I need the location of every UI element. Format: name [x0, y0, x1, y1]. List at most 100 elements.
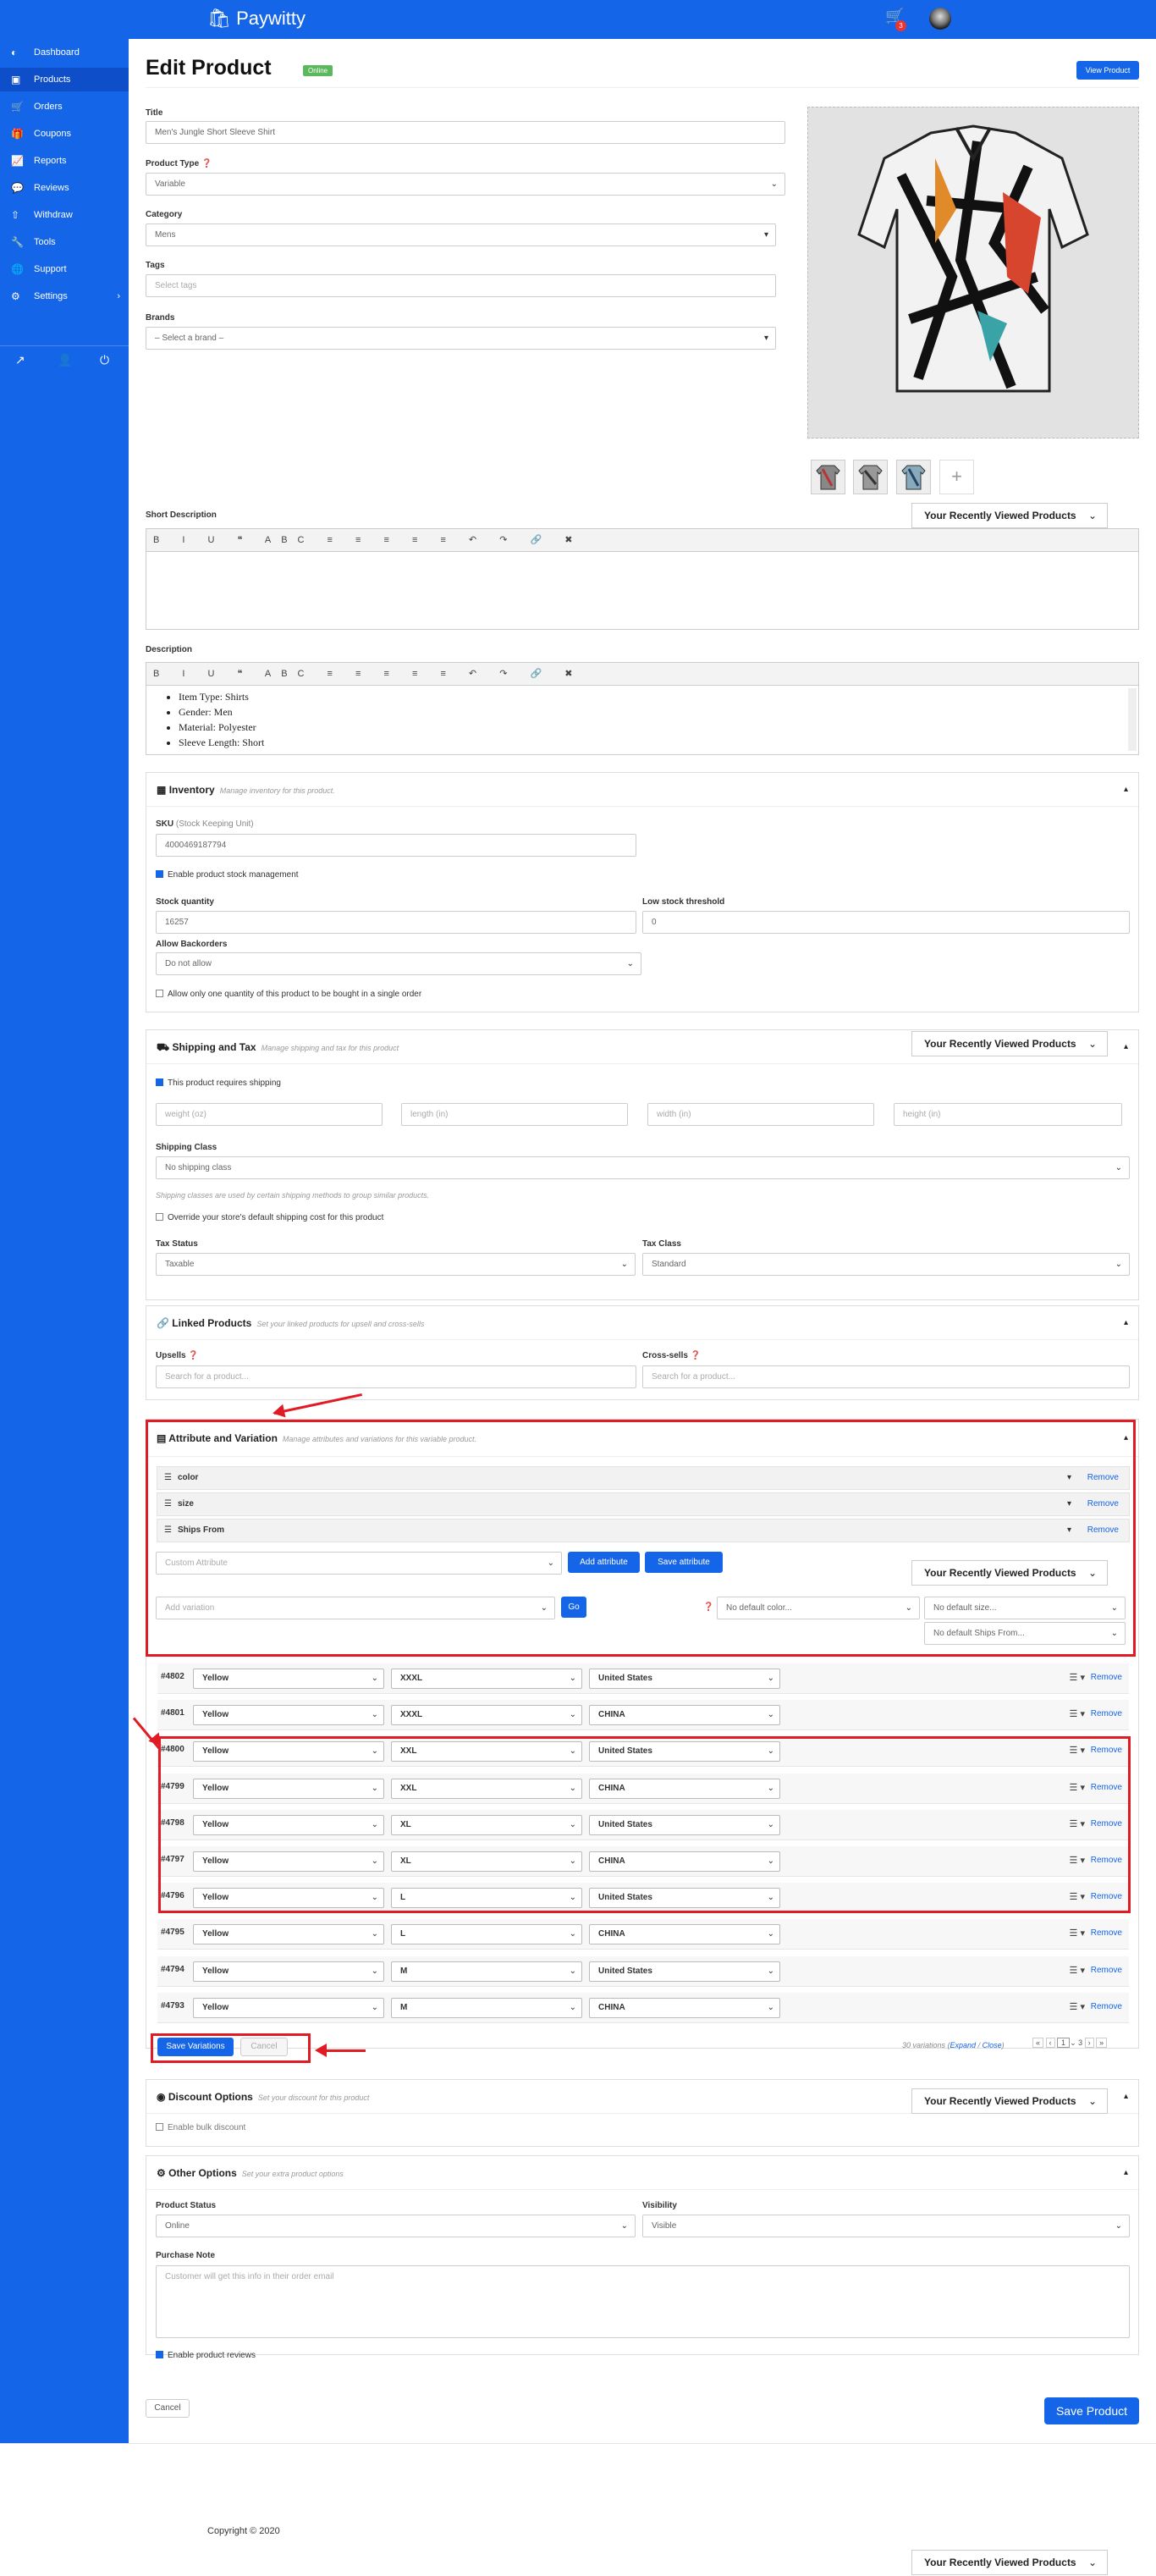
recently-viewed-toggle[interactable]: Your Recently Viewed Products ⌄ [911, 1031, 1108, 1056]
brands-select[interactable]: – Select a brand – ▾ [146, 327, 776, 350]
variation-size-select[interactable]: L ⌄ [391, 1924, 582, 1945]
cross-sells-input[interactable]: Search for a product... [642, 1365, 1130, 1388]
variation-color-select[interactable]: Yellow ⌄ [193, 1814, 384, 1835]
page-number-input[interactable]: 1 [1057, 2038, 1071, 2048]
remove-link[interactable]: Remove [1091, 2002, 1122, 2011]
tax-status-select[interactable]: Taxable ⌄ [156, 1253, 636, 1276]
recently-viewed-toggle[interactable]: Your Recently Viewed Products ⌄ [911, 503, 1108, 528]
variation-row[interactable]: #4802 Yellow ⌄ XXXL ⌄ United States ⌄ ☰ ▾ Remove [157, 1663, 1129, 1694]
title-input[interactable]: Men's Jungle Short Sleeve Shirt [146, 121, 785, 144]
tax-class-select[interactable]: Standard ⌄ [642, 1253, 1130, 1276]
variation-color-select[interactable]: Yellow ⌄ [193, 1924, 384, 1945]
variation-size-select[interactable]: M ⌄ [391, 1961, 582, 1982]
enable-reviews-checkbox[interactable]: Enable product reviews [156, 2351, 256, 2360]
recently-viewed-toggle[interactable]: Your Recently Viewed Products ⌄ [911, 2550, 1108, 2575]
chevron-down-icon[interactable]: ▾ [1067, 1493, 1071, 1515]
menu-icon[interactable]: ☰ ▾ [1070, 1745, 1085, 1756]
remove-link[interactable]: Remove [1087, 1520, 1119, 1542]
length-input[interactable]: length (in) [401, 1103, 628, 1126]
attribute-row-ships-from[interactable]: ☰ Ships From ▾ Remove [157, 1519, 1130, 1542]
chevron-down-icon[interactable]: ▾ [1067, 1520, 1071, 1542]
remove-link[interactable]: Remove [1091, 1966, 1122, 1975]
category-select[interactable]: Mens ▾ [146, 223, 776, 246]
variation-size-select[interactable]: XXL ⌄ [391, 1778, 582, 1799]
attribute-variation-header[interactable]: ▤ Attribute and Variation Manage attribut… [146, 1420, 1138, 1457]
cancel-variations-button[interactable]: Cancel [240, 2038, 288, 2056]
add-attribute-button[interactable]: Add attribute [568, 1552, 640, 1573]
variation-size-select[interactable]: XXXL ⌄ [391, 1705, 582, 1726]
sold-individually-checkbox[interactable]: Allow only one quantity of this product … [156, 990, 421, 999]
override-shipping-checkbox[interactable]: Override your store's default shipping c… [156, 1213, 383, 1222]
external-link-icon[interactable]: ↗ [15, 353, 25, 367]
visibility-select[interactable]: Visible ⌄ [642, 2215, 1130, 2237]
menu-icon[interactable]: ☰ ▾ [1070, 1928, 1085, 1939]
remove-link[interactable]: Remove [1091, 1819, 1122, 1829]
default-ships-from-select[interactable]: No default Ships From... ⌄ [924, 1622, 1126, 1645]
inventory-header[interactable]: ▦ Inventory Manage inventory for this pro… [146, 773, 1138, 807]
power-icon[interactable]: ⏻ [100, 353, 109, 367]
remove-link[interactable]: Remove [1087, 1493, 1119, 1515]
remove-link[interactable]: Remove [1091, 1673, 1122, 1682]
recently-viewed-toggle[interactable]: Your Recently Viewed Products ⌄ [911, 2088, 1108, 2114]
custom-attribute-select[interactable]: Custom Attribute ⌄ [156, 1552, 562, 1575]
sidebar-item-coupons[interactable]: 🎁 Coupons [0, 122, 129, 146]
menu-icon[interactable]: ☰ ▾ [1070, 1818, 1085, 1829]
menu-icon[interactable]: ☰ ▾ [1070, 1782, 1085, 1793]
variation-ships-from-select[interactable]: United States ⌄ [589, 1669, 780, 1689]
scrollbar[interactable] [1128, 688, 1137, 751]
height-input[interactable]: height (in) [894, 1103, 1122, 1126]
variation-color-select[interactable]: Yellow ⌄ [193, 1705, 384, 1726]
backorders-select[interactable]: Do not allow ⌄ [156, 952, 641, 975]
menu-icon[interactable]: ☰ ▾ [1070, 1855, 1085, 1866]
variation-row[interactable]: #4793 Yellow ⌄ M ⌄ CHINA ⌄ ☰ ▾ Remove [157, 1992, 1129, 2023]
add-image-button[interactable]: + [939, 460, 974, 494]
attribute-row-size[interactable]: ☰ size ▾ Remove [157, 1492, 1130, 1516]
sidebar-item-reports[interactable]: 📈 Reports [0, 149, 129, 173]
go-button[interactable]: Go [561, 1597, 586, 1618]
variation-size-select[interactable]: XL ⌄ [391, 1851, 582, 1872]
variation-color-select[interactable]: Yellow ⌄ [193, 1997, 384, 2018]
variation-size-select[interactable]: XL ⌄ [391, 1814, 582, 1835]
weight-input[interactable]: weight (oz) [156, 1103, 383, 1126]
upsells-input[interactable]: Search for a product... [156, 1365, 636, 1388]
variation-ships-from-select[interactable]: United States ⌄ [589, 1741, 780, 1762]
next-page-button[interactable]: › [1084, 2038, 1094, 2048]
product-thumbnail[interactable] [811, 460, 845, 494]
sidebar-item-reviews[interactable]: 💬 Reviews [0, 176, 129, 200]
sidebar-item-orders[interactable]: 🛒 Orders [0, 95, 129, 119]
other-options-header[interactable]: ⚙ Other Options Set your extra product op… [146, 2156, 1138, 2190]
first-page-button[interactable]: « [1032, 2038, 1044, 2048]
variation-size-select[interactable]: XXXL ⌄ [391, 1669, 582, 1689]
low-stock-input[interactable]: 0 [642, 911, 1130, 934]
avatar[interactable] [929, 8, 951, 30]
sidebar-item-withdraw[interactable]: ⇧ Withdraw [0, 203, 129, 227]
prev-page-button[interactable]: ‹ [1045, 2038, 1055, 2048]
attribute-row-color[interactable]: ☰ color ▾ Remove [157, 1466, 1130, 1490]
product-image[interactable] [807, 107, 1139, 439]
linked-products-header[interactable]: 🔗 Linked Products Set your linked product… [146, 1306, 1138, 1340]
save-variations-button[interactable]: Save Variations [157, 2038, 234, 2056]
cancel-button[interactable]: Cancel [146, 2399, 190, 2418]
variation-ships-from-select[interactable]: United States ⌄ [589, 1814, 780, 1835]
menu-icon[interactable]: ☰ ▾ [1070, 1672, 1085, 1683]
user-icon[interactable]: 👤 [58, 353, 72, 367]
variation-color-select[interactable]: Yellow ⌄ [193, 1741, 384, 1762]
sidebar-item-products[interactable]: ▣ Products [0, 68, 129, 91]
variation-size-select[interactable]: L ⌄ [391, 1888, 582, 1909]
stock-quantity-input[interactable]: 16257 [156, 911, 636, 934]
recently-viewed-toggle[interactable]: Your Recently Viewed Products ⌄ [911, 1560, 1108, 1586]
product-thumbnail[interactable] [853, 460, 888, 494]
drag-handle-icon[interactable]: ☰ [164, 1467, 172, 1489]
bulk-discount-checkbox[interactable]: Enable bulk discount [156, 2123, 245, 2132]
variation-row[interactable]: #4801 Yellow ⌄ XXXL ⌄ CHINA ⌄ ☰ ▾ Remove [157, 1700, 1129, 1731]
shipping-class-select[interactable]: No shipping class ⌄ [156, 1156, 1130, 1179]
drag-handle-icon[interactable]: ☰ [164, 1493, 172, 1515]
close-link[interactable]: Close [983, 2041, 1002, 2049]
variation-ships-from-select[interactable]: CHINA ⌄ [589, 1924, 780, 1945]
drag-handle-icon[interactable]: ☰ [164, 1520, 172, 1542]
expand-link[interactable]: Expand [950, 2041, 977, 2049]
variation-size-select[interactable]: M ⌄ [391, 1997, 582, 2018]
variation-row[interactable]: #4796 Yellow ⌄ L ⌄ United States ⌄ ☰ ▾ Remove [157, 1883, 1129, 1914]
tags-input[interactable]: Select tags [146, 274, 776, 297]
save-attribute-button[interactable]: Save attribute [645, 1552, 723, 1573]
